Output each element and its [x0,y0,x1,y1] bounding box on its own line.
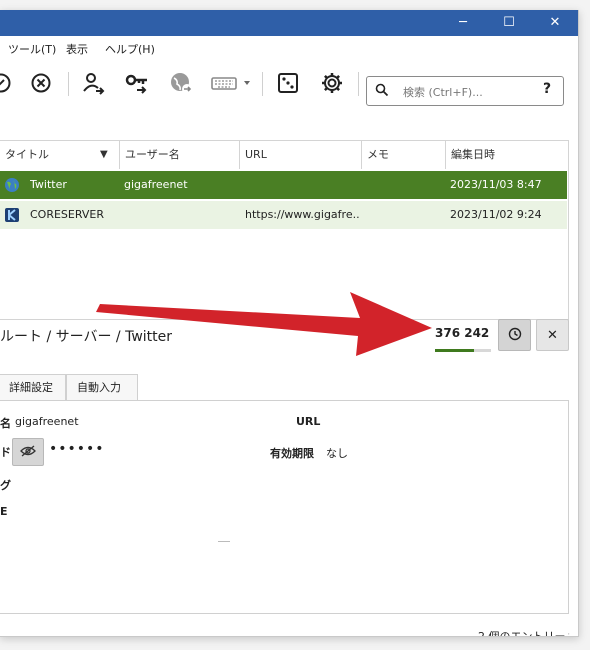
annotation-arrow [96,292,432,356]
